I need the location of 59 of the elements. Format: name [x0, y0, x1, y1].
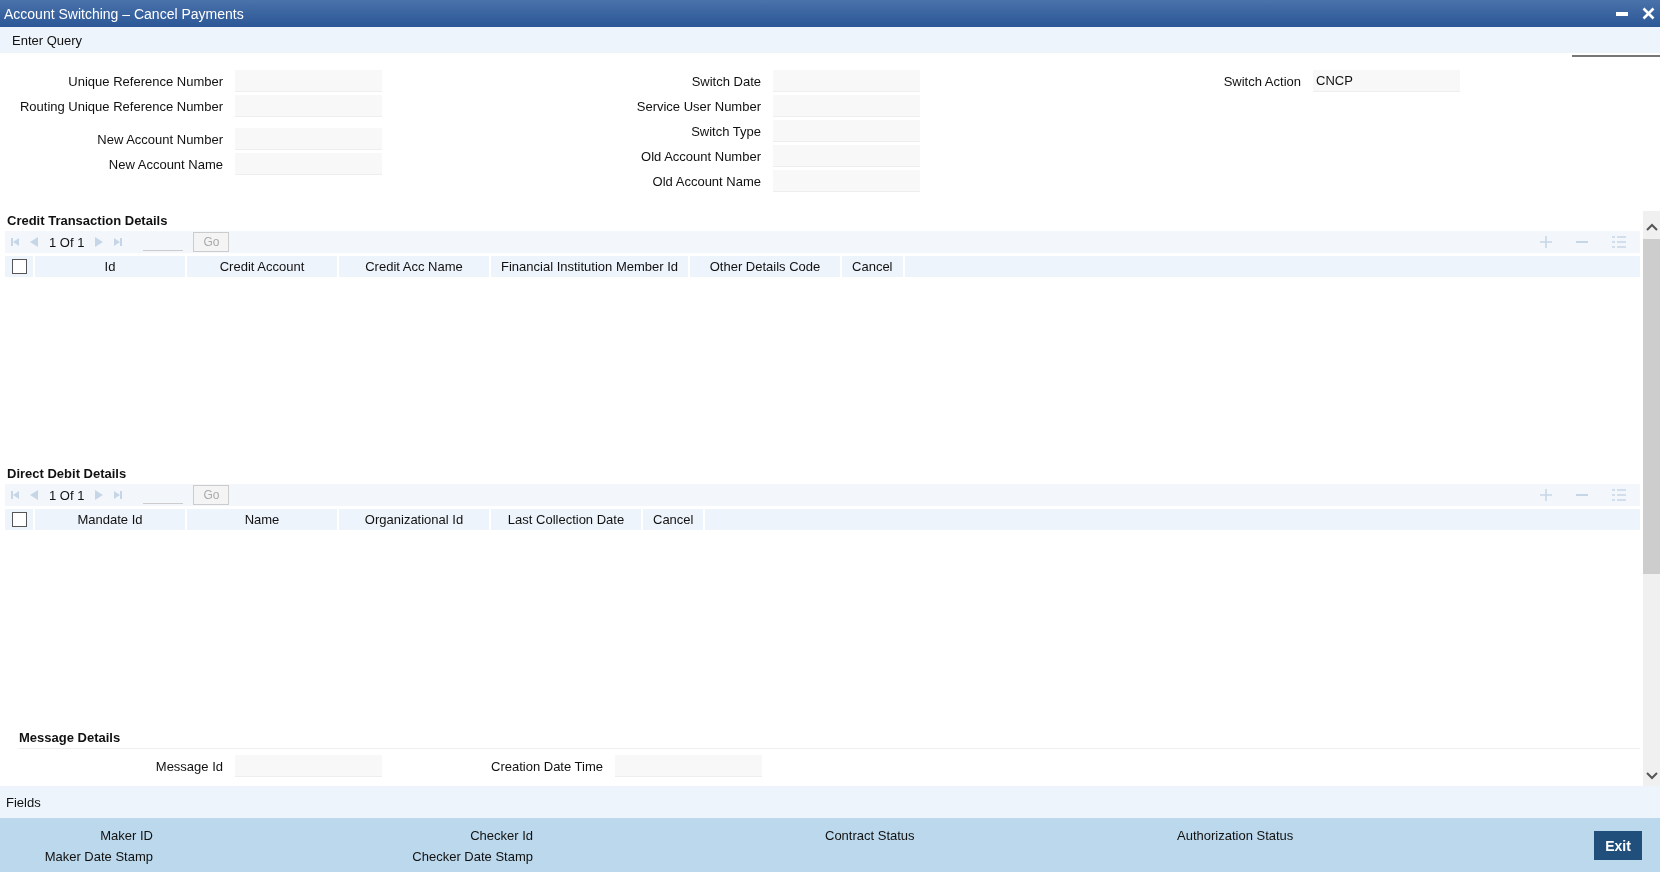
field-label: Service User Number	[636, 98, 761, 114]
list-icon[interactable]	[1612, 489, 1626, 501]
audit-label: Contract Status	[825, 828, 916, 843]
section-title: Message Details	[19, 728, 1640, 749]
close-icon[interactable]	[1642, 7, 1655, 20]
page-indicator: 1 Of 1	[49, 487, 85, 503]
next-page-icon[interactable]	[94, 490, 104, 500]
menu-item[interactable]: Enter Query	[12, 32, 83, 48]
audit-label: Maker Date Stamp	[44, 849, 153, 864]
column-header: Organizational Id	[337, 509, 489, 530]
field-label: Unique Reference Number	[68, 73, 223, 89]
field-label: New Account Number	[97, 131, 223, 147]
last-page-icon[interactable]	[113, 237, 124, 247]
column-header: Mandate Id	[33, 509, 185, 530]
field-label: Routing Unique Reference Number	[19, 98, 223, 114]
field-label: Old Account Name	[652, 173, 761, 189]
field-label: Old Account Number	[641, 148, 761, 164]
column-header: Credit Acc Name	[337, 256, 489, 277]
scroll-down-icon[interactable]	[1645, 772, 1658, 780]
scrollbar-thumb[interactable]	[1643, 239, 1660, 574]
list-icon[interactable]	[1612, 236, 1626, 248]
window-title: Account Switching – Cancel Payments	[4, 5, 244, 22]
field-label: Switch Action	[1223, 73, 1301, 89]
field-label: Message Id	[155, 758, 223, 774]
column-header: Other Details Code	[688, 256, 841, 277]
audit-label: Authorization Status	[1177, 828, 1294, 843]
minimize-icon[interactable]	[1616, 11, 1628, 16]
last-page-icon[interactable]	[113, 490, 124, 500]
column-header: Last Collection Date	[489, 509, 641, 530]
select-all-checkbox[interactable]	[11, 259, 27, 274]
add-row-icon[interactable]	[1540, 489, 1552, 501]
page-indicator: 1 Of 1	[49, 234, 85, 250]
column-header: Cancel	[641, 509, 706, 530]
field-label: New Account Name	[108, 156, 223, 172]
exit-button[interactable]: Exit	[1594, 831, 1642, 860]
first-page-icon[interactable]	[10, 490, 20, 500]
section-title: Direct Debit Details	[6, 465, 128, 483]
previous-page-icon[interactable]	[30, 490, 39, 500]
fields-link[interactable]: Fields	[6, 794, 41, 810]
add-row-icon[interactable]	[1540, 236, 1552, 248]
audit-label: Checker Date Stamp	[412, 849, 533, 864]
column-header: Id	[33, 256, 185, 277]
next-page-icon[interactable]	[94, 237, 104, 247]
field-label: Switch Type	[691, 123, 761, 139]
first-page-icon[interactable]	[10, 237, 20, 247]
section-title: Credit Transaction Details	[6, 212, 169, 230]
scrollbar[interactable]	[1643, 211, 1660, 786]
column-header: Cancel	[840, 256, 905, 277]
previous-page-icon[interactable]	[30, 237, 39, 247]
column-header: Name	[185, 509, 337, 530]
audit-label: Checker Id	[470, 828, 533, 843]
scroll-up-icon[interactable]	[1645, 223, 1658, 231]
column-header: Financial Institution Member Id	[489, 256, 689, 277]
field-label: Creation Date Time	[491, 758, 603, 774]
audit-label: Maker ID	[100, 828, 153, 843]
select-all-checkbox[interactable]	[11, 512, 27, 527]
input-field[interactable]: CNCP	[1313, 70, 1460, 92]
column-header: Credit Account	[185, 256, 337, 277]
field-label: Switch Date	[691, 73, 761, 89]
